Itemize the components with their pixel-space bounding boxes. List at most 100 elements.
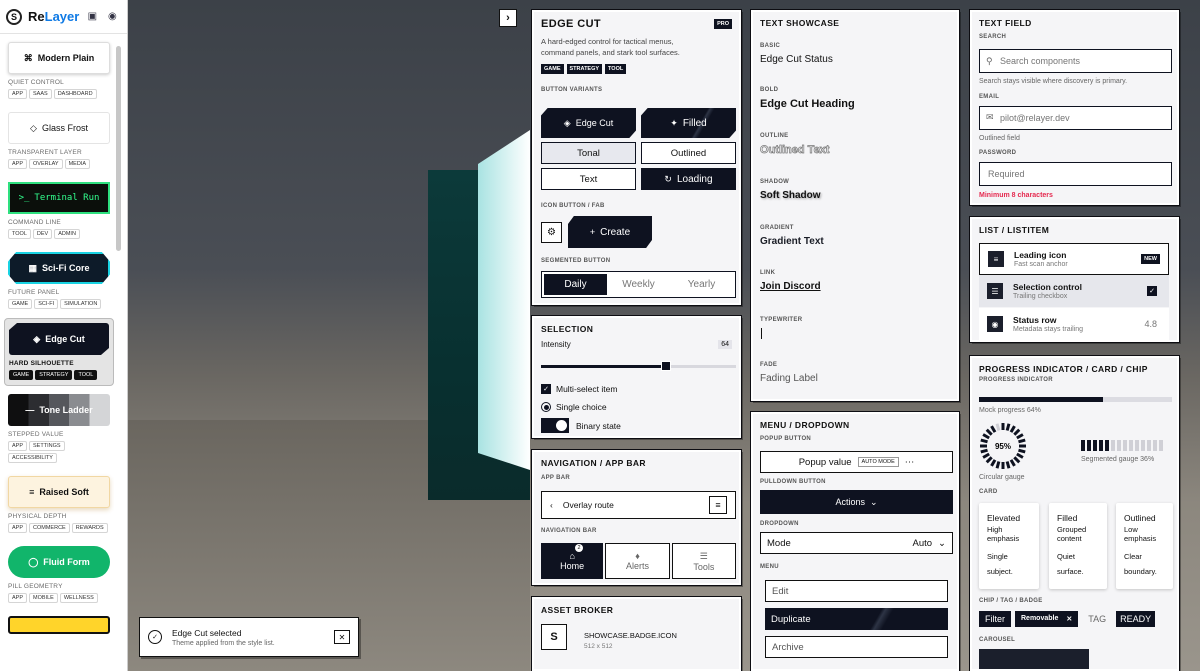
style-preview[interactable]: >_ Terminal Run [8,182,110,214]
mail-icon: ✉ [986,112,994,122]
section-label: SEGMENTED BUTTON [541,258,611,264]
radio-button[interactable] [541,402,551,412]
style-subtitle: PILL GEOMETRY [8,583,63,590]
collapse-toggle-button[interactable]: › [499,9,517,27]
slider-thumb[interactable] [660,361,671,371]
nav-item-home[interactable]: ⌂ Home 2 [541,543,604,579]
style-card-edge-cut[interactable]: ◈ Edge Cut HARD SILHOUETTE GAME STRATEGY TO… [4,318,114,386]
style-card-terminal-run[interactable]: >_ Terminal Run COMMAND LINE TOOL DEV ADMIN [4,178,114,244]
gear-icon-button[interactable]: ⚙ [541,222,562,243]
book-icon[interactable]: ▣ [85,10,99,24]
card-outlined[interactable]: Outlined Low emphasis Clear boundary. [1116,503,1173,589]
close-icon[interactable]: ✕ [334,630,350,644]
checkbox[interactable]: ✓ [541,384,551,394]
actions-pulldown-button[interactable]: Actions ⌄ [760,490,953,514]
carousel-item[interactable] [979,649,1089,669]
segment-daily[interactable]: Daily [544,274,607,295]
list-item[interactable]: ≡ Leading icon Fast scan anchor NEW [979,243,1169,275]
menu-item-duplicate[interactable]: Duplicate [765,608,948,630]
search-input[interactable] [979,49,1172,73]
style-subtitle: TRANSPARENT LAYER [8,149,82,156]
section-label: PROGRESS INDICATOR [979,377,1053,383]
card-elevated[interactable]: Elevated High emphasis Single subject. [979,503,1039,589]
intensity-slider[interactable] [541,361,736,371]
text-style-label: GRADIENT [760,225,794,231]
menu-item-archive[interactable]: Archive [765,636,948,658]
section-label: MENU [760,564,779,570]
back-arrow-icon[interactable]: ‹ [550,500,553,510]
style-chip: GAME [9,370,34,380]
style-preview[interactable]: ≡ Raised Soft [8,476,110,508]
text-button[interactable]: Text [541,168,636,190]
list-item[interactable]: ☰ Selection control Trailing checkbox ✓ [979,275,1169,307]
list-panel: LIST / LISTITEM ≡ Leading icon Fast scan … [969,216,1180,343]
style-card-next[interactable] [4,612,114,639]
loading-button[interactable]: ↻ Loading [641,168,736,190]
basic-text: Edge Cut Status [760,54,833,65]
style-preview[interactable]: ◇ Glass Frost [8,112,110,144]
mode-dropdown[interactable]: Mode Auto ⌄ [760,532,953,554]
segmented-button[interactable]: Daily Weekly Yearly [541,271,736,298]
filled-button[interactable]: ✦ Filled [641,108,736,138]
style-card-sci-fi-core[interactable]: ▦ Sci-Fi Core FUTURE PANEL GAME SCI-FI SIMU… [4,248,114,314]
style-preview[interactable]: — Tone Ladder [8,394,110,426]
password-field[interactable] [979,162,1172,186]
text-style-label: TYPEWRITER [760,317,803,323]
edge-cut-button[interactable]: ◈ Edge Cut [541,108,636,138]
segment-weekly[interactable]: Weekly [607,274,670,295]
style-card-raised-soft[interactable]: ≡ Raised Soft PHYSICAL DEPTH APP COMMERCE R… [4,472,114,538]
gauge-tick [1016,452,1024,459]
style-subtitle: COMMAND LINE [8,219,61,226]
panel-title: LIST / LISTITEM [979,225,1050,235]
style-subtitle: HARD SILHOUETTE [9,360,74,367]
section-label: APP BAR [541,475,570,481]
panel-description: A hard-edged control for tactical menus, [541,37,674,46]
style-preview[interactable]: ⌘ Modern Plain [8,42,110,74]
popup-button[interactable]: Popup value AUTO MODE ⋯ [760,451,953,473]
category-tag: TOOL [605,64,627,74]
card-filled[interactable]: Filled Grouped content Quiet surface. [1049,503,1107,589]
outlined-button[interactable]: Outlined [641,142,736,164]
menu-item-edit[interactable]: Edit [765,580,948,602]
prompt-icon: >_ [18,193,30,203]
style-chip: REWARDS [71,523,108,533]
tonal-button[interactable]: Tonal [541,142,636,164]
gauge-tick [1013,456,1021,464]
radio-label: Single choice [556,402,607,412]
list-item[interactable]: ◉ Status row Metadata stays trailing 4.8 [979,308,1169,340]
style-card-tone-ladder[interactable]: — Tone Ladder STEPPED VALUE APP SETTINGS AC… [4,390,114,468]
sidebar-scrollbar[interactable] [116,46,121,251]
filter-chip[interactable]: Filter [979,611,1011,627]
style-card-modern-plain[interactable]: ⌘ Modern Plain QUIET CONTROL APP SAAS DASHB… [4,38,114,104]
email-field[interactable] [979,106,1172,130]
style-preview[interactable] [8,616,110,634]
discord-link[interactable]: Join Discord [760,281,821,292]
style-preview[interactable]: ◈ Edge Cut [9,323,109,355]
style-card-fluid-form[interactable]: ◯ Fluid Form PILL GEOMETRY APP MOBILE WELLN… [4,542,114,608]
command-icon: ⌘ [23,52,33,63]
toggle-switch[interactable] [541,418,569,433]
progress-fill [979,397,1103,402]
removable-chip[interactable]: Removable ✕ [1015,611,1079,627]
create-fab[interactable]: + Create [568,216,652,248]
segment-yearly[interactable]: Yearly [670,274,733,295]
nav-item-tools[interactable]: ☰ Tools [671,543,736,579]
style-list[interactable]: ⌘ Modern Plain QUIET CONTROL APP SAAS DASHB… [4,38,114,668]
section-label: CAROUSEL [979,637,1016,643]
discord-icon[interactable]: ◉ [105,10,119,24]
style-preview[interactable]: ◯ Fluid Form [8,546,110,578]
style-preview[interactable]: ▦ Sci-Fi Core [8,252,110,284]
gauge-segment [1135,440,1139,451]
text-style-label: BOLD [760,87,779,93]
checkbox[interactable]: ✓ [1147,286,1157,296]
menu-icon[interactable]: ≡ [709,496,727,514]
linear-progress [979,397,1172,402]
section-label: CHIP / TAG / BADGE [979,598,1043,604]
nav-item-alerts[interactable]: ♦ Alerts [605,543,670,579]
close-icon[interactable]: ✕ [1066,615,1072,623]
more-icon[interactable]: ⋯ [905,457,915,468]
slider-fill [541,365,666,368]
style-card-glass-frost[interactable]: ◇ Glass Frost TRANSPARENT LAYER APP OVERLA… [4,108,114,174]
panel-title: PROGRESS INDICATOR / CARD / CHIP [979,364,1148,374]
gauge-segment [1123,440,1127,451]
